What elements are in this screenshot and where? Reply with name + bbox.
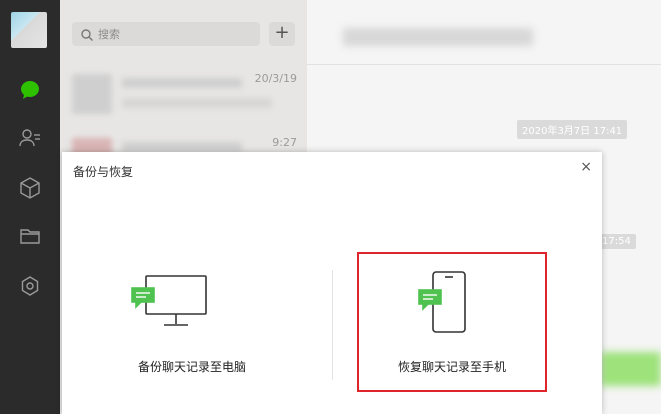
phone-icon [417,270,477,340]
list-item[interactable]: 20/3/19 [60,64,307,132]
search-placeholder: 搜索 [98,28,120,41]
search-input[interactable]: 搜索 [72,22,260,46]
message-time: 9:27 [272,136,297,149]
backup-to-pc-label: 备份聊天记录至电脑 [137,360,246,374]
contact-name [122,78,242,88]
backup-to-pc-option[interactable]: 备份聊天记录至电脑 [92,252,292,382]
sidebar [0,0,60,414]
message-preview [122,98,272,108]
contact-name [122,142,242,152]
add-button[interactable]: + [269,22,295,46]
contact-avatar [72,74,112,114]
timestamp: 17:54 [597,234,636,249]
avatar[interactable] [11,12,47,48]
restore-to-phone-option[interactable]: 恢复聊天记录至手机 [357,252,547,392]
timestamp: 2020年3月7日 17:41 [517,120,628,139]
miniprogram-icon[interactable] [18,274,42,298]
chat-title [343,28,533,46]
restore-to-phone-label: 恢复聊天记录至手机 [397,360,506,374]
close-button[interactable]: × [580,159,592,175]
search-icon [80,27,94,41]
divider [332,270,333,380]
chat-icon[interactable] [18,78,42,102]
dialog-title: 备份与恢复 [73,165,134,179]
folder-icon[interactable] [18,224,42,248]
message-time: 20/3/19 [254,72,297,85]
divider [307,64,661,65]
computer-icon [130,272,210,336]
message-bubble [601,352,661,386]
favorites-box-icon[interactable] [18,176,42,200]
backup-restore-dialog: 备份与恢复 × 备份聊天记录至电脑 恢复聊天记录至手机 [62,152,602,414]
contacts-icon[interactable] [18,126,42,150]
